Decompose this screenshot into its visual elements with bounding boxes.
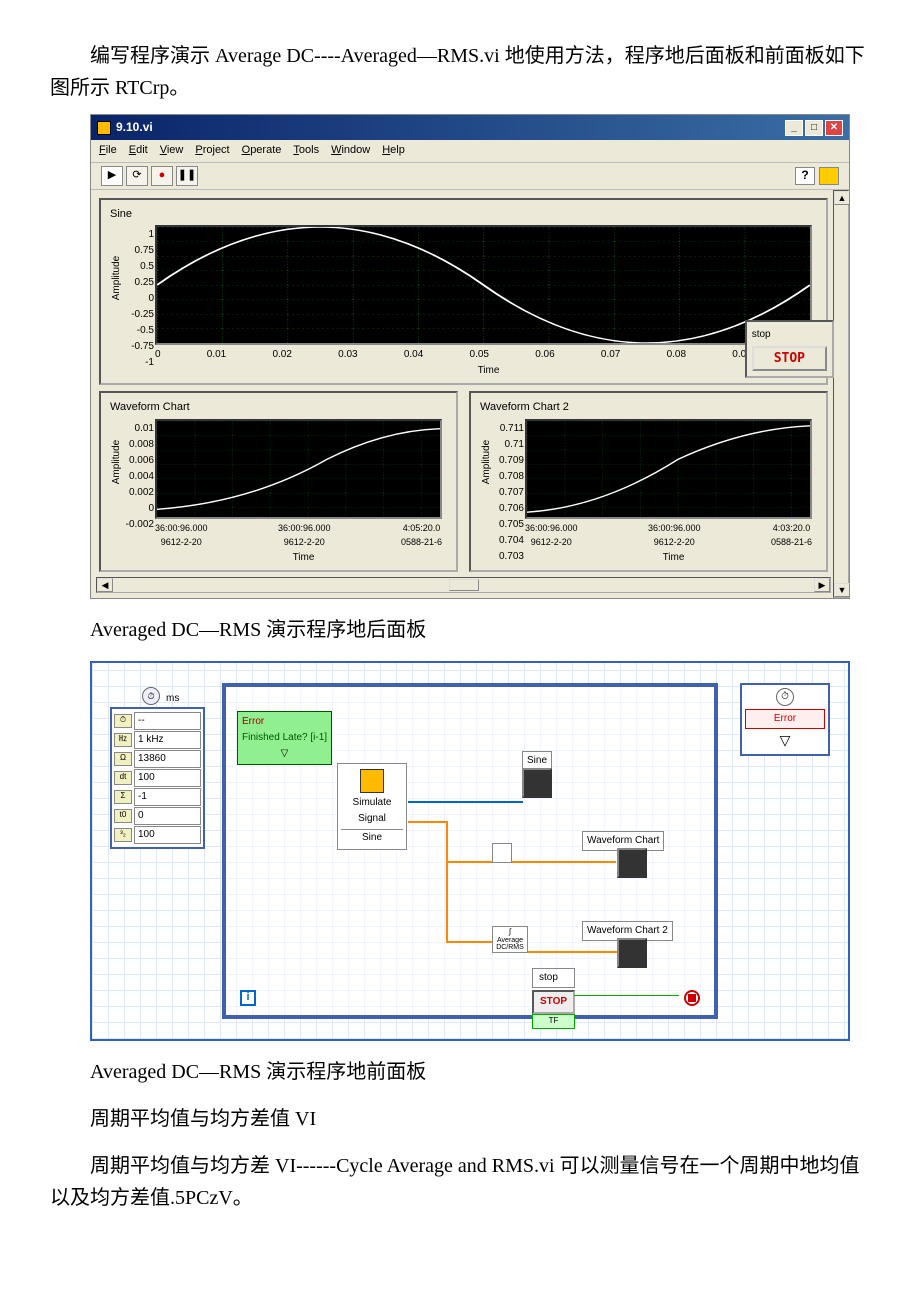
clock-unit-label: ms (166, 691, 179, 707)
waveform-chart-1: Waveform Chart Amplitude 0.01 0.008 0.00… (99, 391, 458, 571)
menu-project[interactable]: Project (195, 142, 229, 160)
menu-help[interactable]: Help (382, 142, 405, 160)
subheading: 周期平均值与均方差值 VI (50, 1103, 870, 1135)
stop-button[interactable]: STOP (752, 346, 827, 371)
x-tick-labels: 0 0.01 0.02 0.03 0.04 0.05 0.06 0.07 0.0… (155, 345, 812, 363)
metronome-icon[interactable]: ⏱ (142, 687, 160, 705)
menu-tools[interactable]: Tools (293, 142, 319, 160)
wire (446, 861, 448, 941)
x-axis-label: Time (525, 550, 822, 566)
x-tick-labels: 36:00:96.000 9612-2-20 36:00:96.000 9612… (155, 519, 442, 550)
y-tick-labels: 1 0.75 0.5 0.25 0 -0.25 -0.5 -0.75 -1 (109, 227, 154, 343)
waveform-chart-2: Waveform Chart 2 Amplitude 0.711 0.71 0.… (469, 391, 828, 571)
block-diagram: ⏱ ms ⏱-- ㎐1 kHz Ω13860 dt100 Σ-1 t00 ³₂1… (90, 661, 850, 1041)
menu-view[interactable]: View (160, 142, 184, 160)
tf-terminal: TF (532, 1014, 575, 1029)
x-tick-labels: 36:00:96.000 9612-2-20 36:00:96.000 9612… (525, 519, 812, 550)
stop-button[interactable]: STOP (532, 990, 575, 1014)
caption-back-panel: Averaged DC—RMS 演示程序地后面板 (50, 614, 870, 646)
config-icon: ³₂ (114, 828, 132, 842)
config-icon: t0 (114, 809, 132, 823)
wire (446, 941, 494, 943)
config-icon: Ω (114, 752, 132, 766)
sine-plot-area[interactable]: Amplitude 1 0.75 0.5 0.25 0 -0.25 -0.5 -… (155, 225, 812, 345)
error-tunnel[interactable]: Error Finished Late? [i-1] ▽ (237, 711, 332, 765)
sine-indicator-icon[interactable] (522, 768, 552, 798)
loop-stop-terminal[interactable] (684, 990, 700, 1006)
chart-title: Waveform Chart 2 (475, 397, 822, 419)
plot-area[interactable]: Amplitude 0.711 0.71 0.709 0.708 0.707 0… (525, 419, 812, 519)
window-title: 9.10.vi (116, 118, 153, 137)
config-icon: ㎐ (114, 733, 132, 747)
config-value[interactable]: 100 (134, 769, 201, 787)
x-axis-label: Time (155, 550, 452, 566)
config-value[interactable]: 100 (134, 826, 201, 844)
menu-window[interactable]: Window (331, 142, 370, 160)
config-icon: Σ (114, 790, 132, 804)
wire (408, 821, 448, 823)
plot-area[interactable]: Amplitude 0.01 0.008 0.006 0.004 0.002 0… (155, 419, 442, 519)
wire (408, 801, 523, 803)
vertical-scrollbar[interactable]: ▲ ▼ (833, 190, 849, 598)
help-icon[interactable]: ? (795, 167, 815, 185)
simulate-signal-node[interactable]: Simulate Signal Sine (337, 763, 407, 850)
sine-chart: Sine Amplitude 1 0.75 0.5 0.25 0 -0.25 -… (99, 198, 828, 386)
config-value[interactable]: -- (134, 712, 201, 730)
intro-paragraph: 编写程序演示 Average DC----Averaged—RMS.vi 地使用… (50, 40, 870, 104)
waveform-chart-1-icon[interactable] (617, 848, 647, 878)
config-value[interactable]: 13860 (134, 750, 201, 768)
wire (446, 861, 616, 863)
menu-edit[interactable]: Edit (129, 142, 148, 160)
chart-title: Sine (105, 204, 822, 226)
menu-file[interactable]: File (99, 142, 117, 160)
stop-container: stop STOP (745, 320, 834, 378)
run-button[interactable]: ▶ (101, 166, 123, 186)
iteration-terminal[interactable]: i (240, 990, 256, 1006)
extra-icon[interactable] (819, 167, 839, 185)
stop-label: stop (532, 968, 575, 988)
toolbar: ▶ ⟳ ● ❚❚ ? (91, 163, 849, 190)
vi-icon (97, 121, 111, 135)
simulate-signal-icon (360, 769, 384, 793)
pause-button[interactable]: ❚❚ (176, 166, 198, 186)
maximize-button[interactable]: □ (805, 120, 823, 136)
loop-output-terminal[interactable]: ⏱ Error ▽ (740, 683, 830, 756)
wire (446, 821, 448, 861)
wire (526, 951, 618, 953)
config-icon: ⏱ (114, 714, 132, 728)
front-panel-content: ▲ ▼ Sine Amplitude 1 0.75 0.5 0.25 0 -0.… (91, 190, 849, 598)
loop-config[interactable]: ⏱-- ㎐1 kHz Ω13860 dt100 Σ-1 t00 ³₂100 (110, 707, 205, 849)
minimize-button[interactable]: _ (785, 120, 803, 136)
y-tick-labels: 0.711 0.71 0.709 0.708 0.707 0.706 0.705… (479, 421, 524, 517)
wire (574, 995, 679, 996)
config-value[interactable]: 0 (134, 807, 201, 825)
chart-title: Waveform Chart (105, 397, 452, 419)
caption-front-panel: Averaged DC—RMS 演示程序地前面板 (50, 1056, 870, 1088)
run-continuous-button[interactable]: ⟳ (126, 166, 148, 186)
front-panel-window: 9.10.vi _ □ ✕ File Edit View Project Ope… (90, 114, 850, 599)
abort-button[interactable]: ● (151, 166, 173, 186)
chevron-down-icon: ▽ (745, 729, 825, 751)
config-value[interactable]: -1 (134, 788, 201, 806)
convert-node[interactable] (492, 843, 512, 863)
clock-icon: ⏱ (776, 688, 794, 706)
menu-operate[interactable]: Operate (242, 142, 282, 160)
horizontal-scrollbar[interactable]: ◀ ▶ (96, 577, 831, 593)
close-button[interactable]: ✕ (825, 120, 843, 136)
stop-label: stop (752, 327, 827, 343)
titlebar[interactable]: 9.10.vi _ □ ✕ (91, 115, 849, 140)
menubar: File Edit View Project Operate Tools Win… (91, 140, 849, 163)
error-indicator: Error (745, 709, 825, 729)
x-axis-label: Time (155, 363, 822, 379)
y-tick-labels: 0.01 0.008 0.006 0.004 0.002 0 -0.002 (109, 421, 154, 517)
config-value[interactable]: 1 kHz (134, 731, 201, 749)
config-icon: dt (114, 771, 132, 785)
waveform-chart-2-icon[interactable] (617, 938, 647, 968)
average-dc-rms-node[interactable]: ∫ Average DC/RMS (492, 926, 528, 953)
body-paragraph: 周期平均值与均方差 VI------Cycle Average and RMS.… (50, 1150, 870, 1214)
stop-control[interactable]: stop STOP TF (532, 968, 575, 1029)
